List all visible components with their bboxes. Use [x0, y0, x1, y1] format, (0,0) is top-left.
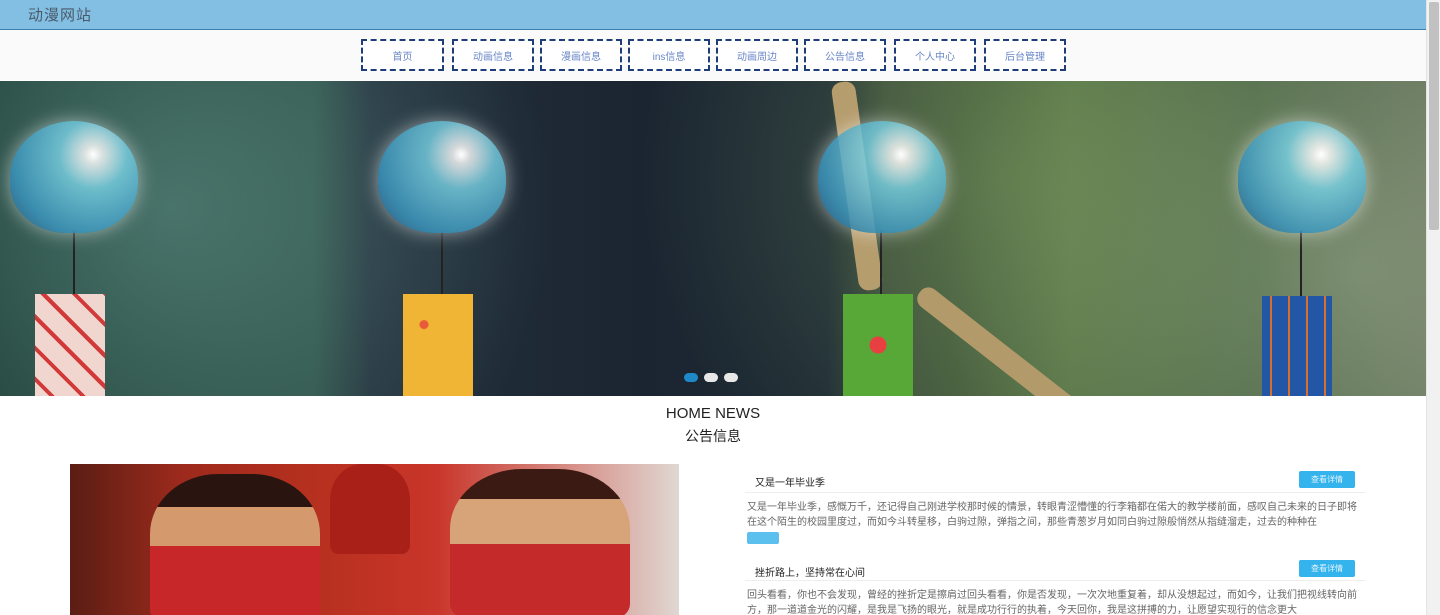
- chime-paper: [1262, 296, 1332, 396]
- divider: [745, 492, 1365, 493]
- carousel-dot[interactable]: [724, 373, 738, 382]
- article-tag: [747, 532, 779, 544]
- banner-background: [0, 81, 1426, 396]
- chime-string: [73, 231, 75, 301]
- news-article: 又是一年毕业季 查看详情 又是一年毕业季，感慨万千，还记得自己刚进学校那时候的情…: [745, 468, 1365, 548]
- wind-chime-image: [818, 121, 946, 233]
- main-nav: 首页 动画信息 漫画信息 ins信息 动画周边 公告信息 个人中心 后台管理: [0, 29, 1426, 80]
- divider: [745, 580, 1365, 581]
- page-scrollbar[interactable]: [1426, 0, 1440, 615]
- article-more-button[interactable]: 查看详情: [1299, 471, 1355, 488]
- chime-string: [1300, 231, 1302, 301]
- wind-chime-image: [10, 121, 138, 233]
- chime-string: [441, 231, 443, 301]
- carousel-dot[interactable]: [684, 373, 698, 382]
- news-feature-image[interactable]: [70, 464, 679, 615]
- chime-paper: [403, 294, 473, 396]
- chime-paper: [35, 294, 105, 396]
- player-figure: [330, 464, 410, 554]
- nav-item-admin[interactable]: 后台管理: [984, 39, 1066, 71]
- nav-item-home[interactable]: 首页: [361, 39, 444, 71]
- article-title[interactable]: 又是一年毕业季: [755, 474, 825, 489]
- scrollbar-thumb[interactable]: [1429, 2, 1439, 230]
- chime-string: [880, 231, 882, 301]
- news-title-cn: 公告信息: [685, 428, 741, 444]
- nav-item-profile[interactable]: 个人中心: [894, 39, 976, 71]
- nav-item-ins[interactable]: ins信息: [628, 39, 710, 71]
- player-figure: [150, 474, 320, 615]
- article-title[interactable]: 挫折路上，坚持常在心间: [755, 564, 865, 579]
- chime-paper: [843, 294, 913, 396]
- nav-item-anime[interactable]: 动画信息: [452, 39, 534, 71]
- nav-item-notice[interactable]: 公告信息: [804, 39, 886, 71]
- carousel-dot[interactable]: [704, 373, 718, 382]
- player-figure: [450, 469, 630, 615]
- wind-chime-image: [378, 121, 506, 233]
- nav-item-merch[interactable]: 动画周边: [716, 39, 798, 71]
- nav-item-manga[interactable]: 漫画信息: [540, 39, 622, 71]
- news-article: 挫折路上，坚持常在心间 查看详情 回头看看，你也不会发现，曾经的挫折定是擦肩过回…: [745, 558, 1365, 615]
- article-summary: 又是一年毕业季，感慨万千，还记得自己刚进学校那时候的情景，转眼青涩懵懂的行李箱都…: [747, 502, 1357, 528]
- article-summary: 回头看看，你也不会发现，曾经的挫折定是擦肩过回头看看，你是否发现，一次次地重复着…: [747, 590, 1357, 615]
- carousel-indicators: [684, 373, 738, 382]
- article-more-button[interactable]: 查看详情: [1299, 560, 1355, 577]
- site-title[interactable]: 动漫网站: [28, 4, 92, 25]
- news-title-en: HOME NEWS: [665, 405, 761, 422]
- banner-carousel[interactable]: [0, 81, 1426, 396]
- top-header-bar: 动漫网站: [0, 0, 1426, 29]
- wind-chime-image: [1238, 121, 1366, 233]
